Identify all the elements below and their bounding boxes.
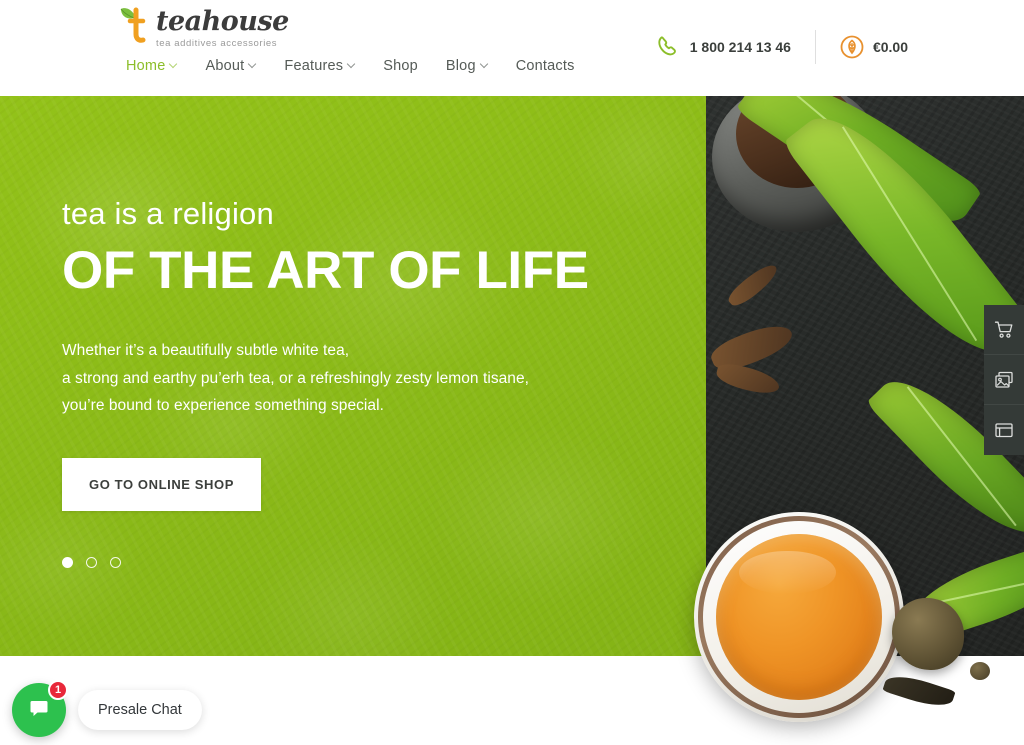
- site-logo[interactable]: teahouse tea additives accessories: [118, 4, 289, 49]
- hero-description: Whether it’s a beautifully subtle white …: [62, 337, 682, 420]
- side-toolbar-cart-button[interactable]: [984, 305, 1024, 355]
- side-toolbar-window-button[interactable]: [984, 405, 1024, 455]
- nav-item-contacts[interactable]: Contacts: [514, 54, 577, 78]
- slider-pagination: [62, 556, 682, 568]
- page-root: teahouse tea additives accessories Home …: [0, 0, 1024, 745]
- phone-number: 1 800 214 13 46: [689, 39, 791, 55]
- nav-item-shop[interactable]: Shop: [381, 54, 420, 78]
- presale-chat-widget: 1 Presale Chat: [12, 680, 202, 737]
- header-utilities: 1 800 214 13 46 €0.00: [655, 30, 908, 64]
- compressed-tea-ball: [892, 598, 964, 670]
- go-to-online-shop-button[interactable]: GO TO ONLINE SHOP: [62, 457, 262, 511]
- header-divider: [814, 30, 816, 64]
- nav-item-about[interactable]: About: [203, 54, 258, 78]
- chevron-down-icon: [481, 61, 488, 68]
- side-toolbar: [984, 305, 1024, 455]
- chevron-down-icon: [249, 61, 256, 68]
- hero-title: OF THE ART OF LIFE: [62, 241, 589, 300]
- tea-cup-photo: [694, 512, 990, 722]
- chevron-down-icon: [170, 61, 177, 68]
- chevron-down-icon: [348, 61, 355, 68]
- nav-label: Blog: [445, 58, 476, 74]
- nav-item-blog[interactable]: Blog: [444, 54, 490, 78]
- nav-label: Home: [126, 58, 166, 74]
- hero-description-line: a strong and earthy pu’erh tea, or a ref…: [62, 369, 529, 387]
- side-toolbar-gallery-button[interactable]: [984, 355, 1024, 405]
- slider-dot-3[interactable]: [110, 556, 121, 568]
- hero-kicker: tea is a religion: [62, 196, 274, 231]
- header-cart[interactable]: €0.00: [840, 35, 908, 59]
- main-navigation: Home About Features Shop Blog Contacts: [124, 54, 577, 78]
- chat-unread-badge: 1: [48, 680, 68, 700]
- nav-item-home[interactable]: Home: [124, 54, 179, 78]
- header-phone[interactable]: 1 800 214 13 46: [655, 34, 791, 60]
- dried-tea-leaf: [882, 669, 956, 713]
- shopping-cart-icon: [994, 320, 1014, 340]
- cart-total: €0.00: [872, 39, 908, 55]
- brewed-tea-liquid: [716, 534, 882, 700]
- site-header: teahouse tea additives accessories Home …: [0, 0, 1024, 96]
- chat-label-pill[interactable]: Presale Chat: [78, 690, 202, 730]
- slider-dot-2[interactable]: [86, 556, 97, 568]
- nav-label: Contacts: [515, 58, 575, 74]
- hero-description-line: you’re bound to experience something spe…: [62, 397, 384, 415]
- chat-toggle-button[interactable]: 1: [12, 680, 68, 737]
- image-gallery-icon: [994, 370, 1014, 390]
- phone-icon: [655, 34, 681, 60]
- cart-leaf-icon: [840, 35, 864, 59]
- nav-label: Features: [284, 58, 344, 74]
- hero-description-line: Whether it’s a beautifully subtle white …: [62, 342, 350, 360]
- browser-window-icon: [994, 420, 1014, 440]
- hero-content: tea is a religion OF THE ART OF LIFE Whe…: [62, 96, 682, 568]
- tea-crumb: [970, 662, 990, 680]
- nav-item-features[interactable]: Features: [282, 54, 357, 78]
- logo-tagline: tea additives accessories: [156, 38, 278, 49]
- chat-bubble-icon: [27, 696, 51, 725]
- slider-dot-1[interactable]: [62, 556, 73, 568]
- tea-cup: [694, 512, 904, 722]
- nav-label: About: [205, 58, 245, 74]
- nav-label: Shop: [383, 58, 418, 74]
- leaf-t-logo-icon: [118, 4, 152, 48]
- logo-wordmark: teahouse: [156, 6, 289, 37]
